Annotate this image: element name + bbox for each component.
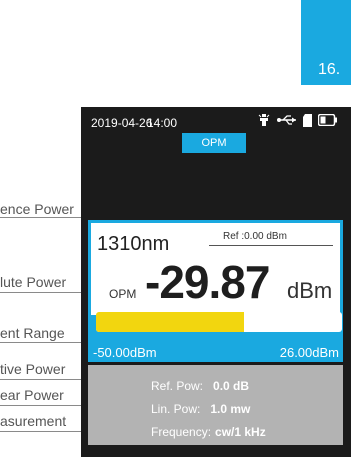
callout-reference-power: ence Power xyxy=(0,201,76,217)
measurement-range-bar xyxy=(96,312,342,332)
callout-label: ear Power xyxy=(0,387,64,403)
info-panel: Ref. Pow: 0.0 dB Lin. Pow: 1.0 mw Freque… xyxy=(88,365,343,445)
info-row-frequency: Frequency: cw/1 kHz xyxy=(151,425,266,439)
callout-label: lute Power xyxy=(0,274,67,290)
device-screen: 2019-04-26 14:00 OPM 1310nm Ref:0.00 dB… xyxy=(81,107,351,457)
info-row-ref-pow: Ref. Pow: 0.0 dB xyxy=(151,379,249,393)
status-date: 2019-04-26 xyxy=(91,116,153,130)
callout-line xyxy=(0,292,88,293)
info-value: 1.0 mw xyxy=(210,402,251,416)
power-unit: dBm xyxy=(287,278,333,303)
range-max-label: 26.00dBm xyxy=(279,345,339,360)
info-key: Lin. Pow: xyxy=(151,402,201,416)
info-value: 0.0 dB xyxy=(213,379,250,393)
info-value: cw/1 kHz xyxy=(215,425,266,439)
tab-opm[interactable]: OPM xyxy=(182,133,246,153)
callout-measurement: asurement xyxy=(0,413,68,429)
status-time: 14:00 xyxy=(147,116,178,130)
callout-linear-power: ear Power xyxy=(0,387,66,403)
callout-relative-power: tive Power xyxy=(0,361,67,377)
info-key: Ref. Pow: xyxy=(151,379,204,393)
light-icon xyxy=(257,113,271,130)
callout-line xyxy=(0,405,88,406)
reading-area: 1310nm Ref :0.00 dBm OPM -29.87 dBm xyxy=(91,223,340,315)
range-bar-fill xyxy=(96,312,244,332)
status-bar: 2019-04-26 14:00 xyxy=(81,107,351,133)
wavelength-label: 1310nm xyxy=(97,233,170,255)
callout-label: asurement xyxy=(0,413,67,429)
info-key: Frequency: xyxy=(151,425,212,439)
callout-label: ence Power xyxy=(0,201,74,217)
page-number: 16. xyxy=(318,61,341,78)
callout-line xyxy=(0,431,88,432)
battery-icon xyxy=(317,113,338,129)
range-min-label: -50.00dBm xyxy=(93,345,157,360)
callout-line xyxy=(0,217,88,218)
callout-label: ent Range xyxy=(0,325,65,341)
callout-label: tive Power xyxy=(0,361,66,377)
callout-line xyxy=(0,379,88,380)
reference-power-label: Ref :0.00 dBm xyxy=(223,231,287,242)
status-icons xyxy=(257,113,338,130)
mode-label: OPM xyxy=(109,287,137,301)
sd-card-icon xyxy=(303,113,312,130)
reference-divider xyxy=(209,245,333,246)
callout-line xyxy=(0,342,88,343)
measurement-panel: 1310nm Ref :0.00 dBm OPM -29.87 dBm -50.… xyxy=(88,220,343,362)
usb-icon xyxy=(277,114,297,129)
callout-measurement-range: ent Range xyxy=(0,325,67,341)
callout-absolute-power: lute Power xyxy=(0,274,68,290)
info-row-lin-pow: Lin. Pow: 1.0 mw xyxy=(151,402,250,416)
absolute-power-value: -29.87 xyxy=(145,256,270,308)
